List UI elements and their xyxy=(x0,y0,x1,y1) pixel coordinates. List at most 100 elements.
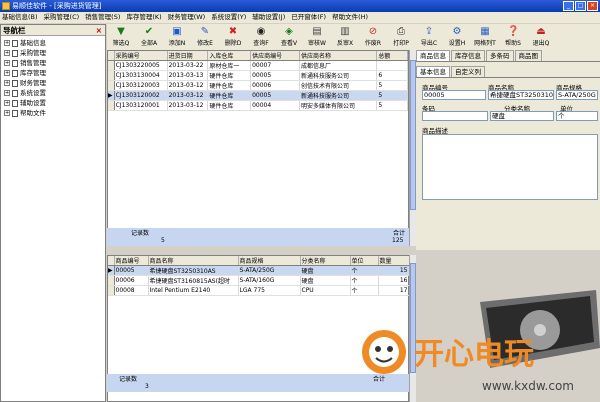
watermark: 开心电玩 www.kxdw.com xyxy=(362,290,600,393)
col-header[interactable]: 供应商编号 xyxy=(250,51,300,61)
orders-header-row: 采购编号 进货日期 入库仓库 供应商编号 供应商名称 总额 xyxy=(108,51,408,61)
unapprove-button[interactable]: ▥ 反审X xyxy=(331,24,359,50)
nav-item-sales[interactable]: + 销售管理 xyxy=(4,58,105,68)
panel-tabs: 商品信息 库存信息 多条码 商品图 xyxy=(416,50,600,62)
folder-icon xyxy=(12,109,18,117)
table-row[interactable]: CJ1303130004 2013-03-13 硬件仓库 00005 新通科技服务公司 6 xyxy=(108,70,408,81)
menu-system[interactable]: 系统设置(Y) xyxy=(211,12,246,23)
category-field[interactable]: 硬盘 xyxy=(490,111,554,121)
table-row-selected[interactable]: ▶ CJ1303120002 2013-03-12 硬件仓库 00005 新通科技服务公… xyxy=(108,90,408,101)
product-code-field[interactable]: 00005 xyxy=(422,90,486,100)
exit-button[interactable]: ⏏ 退出Q xyxy=(527,24,555,50)
col-header[interactable]: 商品规格 xyxy=(238,256,301,266)
kxdw-logo-icon xyxy=(362,330,406,374)
export-icon: ⇪ xyxy=(424,26,434,37)
table-row[interactable]: CJ1303120003 2013-03-12 硬件仓库 00006 创信技术有限公司 5 xyxy=(108,80,408,91)
close-nav-icon[interactable]: × xyxy=(96,25,102,36)
filter-button[interactable]: ▼ 筛选Q xyxy=(107,24,135,50)
approve-button[interactable]: ▤ 审核W xyxy=(303,24,331,50)
unit-field[interactable]: 个 xyxy=(556,111,598,121)
barcode-field[interactable] xyxy=(422,111,488,121)
toolbar: ▼ 筛选Q ✔ 全部A ▣ 添加N ✎ 修改E ✖ 删除D ◉ 查询F ◈ 查看V ▤ 审核W … xyxy=(107,24,600,50)
help-icon: ❓ xyxy=(507,26,520,37)
expand-icon[interactable]: + xyxy=(4,110,10,116)
record-count-label: 记录数 xyxy=(131,230,150,237)
grid-columns-button[interactable]: ▦ 网格列T xyxy=(471,24,499,50)
expand-icon[interactable]: + xyxy=(4,40,10,46)
product-info-panel: 商品信息 库存信息 多条码 商品图 基本信息 自定义列 商品编号 商品名称 商品… xyxy=(416,50,600,250)
description-field[interactable] xyxy=(422,134,598,200)
window-title: 易顺佳软件 - [采购进货管理] xyxy=(12,2,102,10)
watermark-text: 开心电玩 xyxy=(414,337,534,372)
col-header[interactable]: 商品名称 xyxy=(148,256,239,266)
query-button[interactable]: ◉ 查询F xyxy=(247,24,275,50)
menu-basic-info[interactable]: 基础信息(B) xyxy=(2,12,38,23)
col-header[interactable]: 商品编号 xyxy=(114,256,149,266)
help-button[interactable]: ❓ 帮助S xyxy=(499,24,527,50)
tab-custom-columns[interactable]: 自定义列 xyxy=(451,66,485,77)
void-icon: ⊘ xyxy=(368,26,378,37)
tab-basic-info[interactable]: 基本信息 xyxy=(416,66,450,77)
tab-barcodes[interactable]: 多条码 xyxy=(486,50,514,61)
col-header[interactable]: 总额 xyxy=(376,51,408,61)
expand-icon[interactable]: + xyxy=(4,70,10,76)
app-icon xyxy=(2,2,10,10)
col-header[interactable]: 单位 xyxy=(350,256,379,266)
select-all-button[interactable]: ✔ 全部A xyxy=(135,24,163,50)
maximize-button[interactable]: □ xyxy=(575,1,586,11)
menu-help[interactable]: 帮助文件(H) xyxy=(332,12,368,23)
nav-item-purchase[interactable]: + 采购管理 xyxy=(4,48,105,58)
menu-sales[interactable]: 销售管理(S) xyxy=(85,12,120,23)
export-button[interactable]: ⇪ 导出C xyxy=(415,24,443,50)
menu-finance[interactable]: 财务管理(W) xyxy=(168,12,206,23)
tab-stock-info[interactable]: 库存信息 xyxy=(451,50,485,61)
table-row[interactable]: CJ1303120001 2013-03-12 硬件仓库 00004 明安多媒体有限公司… xyxy=(108,100,408,111)
menu-auxiliary[interactable]: 辅助设置(J) xyxy=(252,12,285,23)
col-header[interactable]: 进货日期 xyxy=(167,51,209,61)
expand-icon[interactable]: + xyxy=(4,60,10,66)
menu-open-windows[interactable]: 已开窗体(F) xyxy=(291,12,326,23)
table-row[interactable]: CJ1303220005 2013-03-22 原材仓库一 00007 成都信息厂 xyxy=(108,60,408,71)
col-header[interactable]: 入库仓库 xyxy=(207,51,252,61)
void-button[interactable]: ⊘ 作废R xyxy=(359,24,387,50)
tab-product-image[interactable]: 商品图 xyxy=(514,50,542,61)
menu-purchase[interactable]: 采购管理(C) xyxy=(44,12,80,23)
folder-icon xyxy=(12,79,18,87)
add-button[interactable]: ▣ 添加N xyxy=(163,24,191,50)
menu-inventory[interactable]: 库存管理(K) xyxy=(126,12,161,23)
orders-scrollbar[interactable] xyxy=(409,50,416,246)
minimize-button[interactable]: _ xyxy=(563,1,574,11)
settings-button[interactable]: ⚙ 设置H xyxy=(443,24,471,50)
nav-item-help[interactable]: + 帮助文件 xyxy=(4,108,105,118)
orders-grid: 采购编号 进货日期 入库仓库 供应商编号 供应商名称 总额 CJ13032200… xyxy=(107,50,409,246)
product-name-field[interactable]: 希捷硬盘ST3250310/ xyxy=(488,90,554,100)
expand-icon[interactable]: + xyxy=(4,90,10,96)
total-value: 125 xyxy=(392,237,404,244)
basic-info-form: 商品编号 商品名称 商品规格 00005 希捷硬盘ST3250310/ S-AT… xyxy=(420,82,598,202)
col-header[interactable]: 分类名称 xyxy=(300,256,351,266)
col-header[interactable]: 采购编号 xyxy=(114,51,168,61)
delete-button[interactable]: ✖ 删除D xyxy=(219,24,247,50)
filter-icon: ▼ xyxy=(117,26,125,37)
nav-item-system[interactable]: + 系统设置 xyxy=(4,88,105,98)
check-all-icon: ✔ xyxy=(144,26,154,37)
product-spec-field[interactable]: S-ATA/250G xyxy=(556,90,598,100)
view-button[interactable]: ◈ 查看V xyxy=(275,24,303,50)
expand-icon[interactable]: + xyxy=(4,100,10,106)
approve-icon: ▤ xyxy=(312,26,322,37)
expand-icon[interactable]: + xyxy=(4,50,10,56)
nav-item-basic-info[interactable]: + 基础信息 xyxy=(4,38,105,48)
print-button[interactable]: ⎙ 打印P xyxy=(387,24,415,50)
col-header[interactable]: 数量 xyxy=(378,256,411,266)
navigation-panel: 导航栏 × + 基础信息 + 采购管理 + 销售管理 + 库存管理 + 财务管理 + 系统设… xyxy=(0,24,106,402)
close-window-button[interactable]: × xyxy=(587,1,598,11)
col-header[interactable]: 供应商名称 xyxy=(299,51,378,61)
delete-icon: ✖ xyxy=(228,26,238,37)
nav-item-auxiliary[interactable]: + 辅助设置 xyxy=(4,98,105,108)
tab-product-info[interactable]: 商品信息 xyxy=(416,50,450,61)
expand-icon[interactable]: + xyxy=(4,80,10,86)
nav-item-finance[interactable]: + 财务管理 xyxy=(4,78,105,88)
edit-button[interactable]: ✎ 修改E xyxy=(191,24,219,50)
total-label: 合计 xyxy=(393,230,406,237)
nav-item-inventory[interactable]: + 库存管理 xyxy=(4,68,105,78)
